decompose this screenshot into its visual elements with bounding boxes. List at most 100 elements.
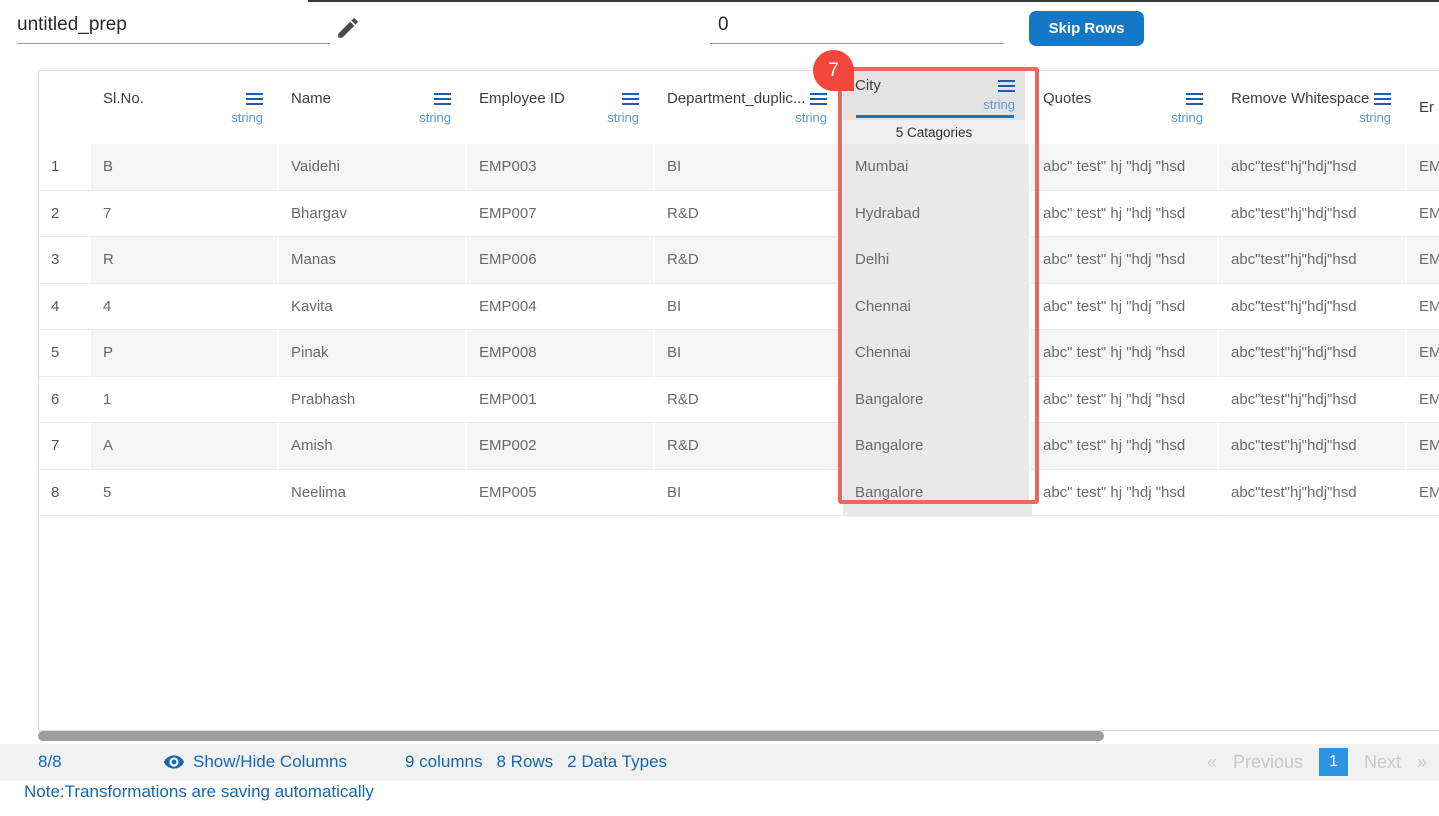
data-types-link[interactable]: 2 Data Types xyxy=(567,752,667,772)
data-prep-page: untitled_prep 0 Skip Rows Sl.No.stringNa… xyxy=(0,0,1439,816)
table-cell-department-duplic: R&D xyxy=(655,237,843,284)
column-header-employee-id[interactable]: Employee IDstring xyxy=(467,71,655,144)
transformation-step-badge[interactable]: 7 xyxy=(813,50,854,91)
table-cell-remove-whitespace: abc"test"hj"hdj"hsd xyxy=(1219,191,1407,238)
edit-name-button[interactable] xyxy=(335,15,361,41)
row-number: 2 xyxy=(39,191,91,238)
column-name: Sl.No. xyxy=(103,90,144,107)
columns-count-link[interactable]: 9 columns xyxy=(405,752,482,772)
visible-rows-count: 8/8 xyxy=(38,752,62,772)
table-cell-sl-no: 1 xyxy=(91,377,279,424)
column-menu-icon[interactable] xyxy=(434,93,451,105)
table-cell-sl-no: B xyxy=(91,144,279,191)
column-menu-icon[interactable] xyxy=(998,80,1015,92)
table-cell-name: Prabhash xyxy=(279,377,467,424)
table-cell-name: Manas xyxy=(279,237,467,284)
table-cell-quotes: abc" test" hj "hdj "hsd xyxy=(1031,191,1219,238)
skip-rows-input[interactable]: 0 xyxy=(710,6,1004,44)
table-grid: Sl.No.stringNamestringEmployee IDstringD… xyxy=(39,71,1439,516)
table-cell-sl-no: P xyxy=(91,330,279,377)
table-cell-remove-whitespace: abc"test"hj"hdj"hsd xyxy=(1219,144,1407,191)
column-type-label: string xyxy=(1231,110,1391,125)
table-cell-employee-id: EMP007 xyxy=(467,191,655,238)
table-cell-city: Mumbai xyxy=(843,144,1031,191)
table-cell-sl-no: 4 xyxy=(91,284,279,331)
column-header-city[interactable]: Citystring5 Catagories xyxy=(843,71,1031,144)
table-cell-city: Chennai xyxy=(843,330,1031,377)
row-number: 8 xyxy=(39,470,91,517)
column-menu-icon[interactable] xyxy=(246,93,263,105)
prep-name-input[interactable]: untitled_prep xyxy=(17,6,330,44)
column-header-er[interactable]: Er xyxy=(1407,71,1439,144)
first-page-arrow[interactable]: « xyxy=(1207,752,1217,773)
row-number-header xyxy=(39,71,91,144)
current-page-button[interactable]: 1 xyxy=(1319,748,1348,776)
last-page-arrow[interactable]: » xyxy=(1417,752,1427,773)
table-cell-er: EM xyxy=(1407,470,1439,517)
column-type-label: string xyxy=(291,110,451,125)
horizontal-scrollbar-thumb[interactable] xyxy=(38,731,1104,741)
table-cell-sl-no: 5 xyxy=(91,470,279,517)
table-cell-remove-whitespace: abc"test"hj"hdj"hsd xyxy=(1219,423,1407,470)
previous-page-button[interactable]: Previous xyxy=(1233,752,1303,773)
table-cell-quotes: abc" test" hj "hdj "hsd xyxy=(1031,470,1219,517)
table-cell-sl-no: 7 xyxy=(91,191,279,238)
row-number: 1 xyxy=(39,144,91,191)
show-hide-columns-label: Show/Hide Columns xyxy=(193,752,347,772)
column-header-sl-no[interactable]: Sl.No. string xyxy=(91,71,279,144)
table-cell-remove-whitespace: abc"test"hj"hdj"hsd xyxy=(1219,284,1407,331)
rows-count-link[interactable]: 8 Rows xyxy=(496,752,553,772)
table-cell-er: EM xyxy=(1407,377,1439,424)
table-cell-city: Bangalore xyxy=(843,377,1031,424)
table-cell-quotes: abc" test" hj "hdj "hsd xyxy=(1031,144,1219,191)
city-column-footer-patch xyxy=(846,500,1032,517)
column-header-quotes[interactable]: Quotesstring xyxy=(1031,71,1219,144)
row-number: 3 xyxy=(39,237,91,284)
table-cell-name: Bhargav xyxy=(279,191,467,238)
table-cell-er: EM xyxy=(1407,191,1439,238)
column-menu-icon[interactable] xyxy=(1186,93,1203,105)
column-type-label: string xyxy=(667,110,827,125)
table-cell-city: Delhi xyxy=(843,237,1031,284)
column-name: Name xyxy=(291,90,331,107)
table-cell-employee-id: EMP005 xyxy=(467,470,655,517)
row-number: 6 xyxy=(39,377,91,424)
pagination: « Previous 1 Next » xyxy=(1207,748,1427,776)
table-cell-employee-id: EMP008 xyxy=(467,330,655,377)
column-menu-icon[interactable] xyxy=(810,93,827,105)
column-menu-icon[interactable] xyxy=(1374,93,1391,105)
data-table: Sl.No.stringNamestringEmployee IDstringD… xyxy=(38,70,1439,731)
table-cell-department-duplic: R&D xyxy=(655,423,843,470)
categories-count-label: 5 Catagories xyxy=(843,120,1025,144)
table-cell-employee-id: EMP003 xyxy=(467,144,655,191)
next-page-button[interactable]: Next xyxy=(1364,752,1401,773)
horizontal-scrollbar-track[interactable] xyxy=(38,731,1439,741)
column-header-name[interactable]: Name string xyxy=(279,71,467,144)
column-type-label: string xyxy=(103,110,263,125)
column-name: City xyxy=(855,77,881,94)
pencil-icon xyxy=(335,15,361,41)
show-hide-columns-button[interactable]: Show/Hide Columns xyxy=(163,751,347,773)
table-cell-department-duplic: R&D xyxy=(655,191,843,238)
table-cell-name: Kavita xyxy=(279,284,467,331)
table-cell-employee-id: EMP001 xyxy=(467,377,655,424)
table-cell-quotes: abc" test" hj "hdj "hsd xyxy=(1031,284,1219,331)
column-menu-icon[interactable] xyxy=(622,93,639,105)
table-cell-sl-no: R xyxy=(91,237,279,284)
skip-rows-button[interactable]: Skip Rows xyxy=(1029,11,1144,46)
table-cell-city: Bangalore xyxy=(843,423,1031,470)
table-cell-name: Neelima xyxy=(279,470,467,517)
table-summary: 9 columns 8 Rows 2 Data Types xyxy=(405,752,667,772)
column-header-department-duplic[interactable]: Department_duplic...string xyxy=(655,71,843,144)
column-header-remove-whitespace[interactable]: Remove Whitespacestring xyxy=(1219,71,1407,144)
autosave-note: Note:Transformations are saving automati… xyxy=(24,782,374,802)
table-cell-er: EM xyxy=(1407,284,1439,331)
table-cell-department-duplic: BI xyxy=(655,144,843,191)
table-cell-quotes: abc" test" hj "hdj "hsd xyxy=(1031,423,1219,470)
column-type-label: string xyxy=(1043,110,1203,125)
table-cell-name: Amish xyxy=(279,423,467,470)
table-cell-remove-whitespace: abc"test"hj"hdj"hsd xyxy=(1219,330,1407,377)
table-cell-employee-id: EMP002 xyxy=(467,423,655,470)
table-cell-sl-no: A xyxy=(91,423,279,470)
table-cell-department-duplic: R&D xyxy=(655,377,843,424)
